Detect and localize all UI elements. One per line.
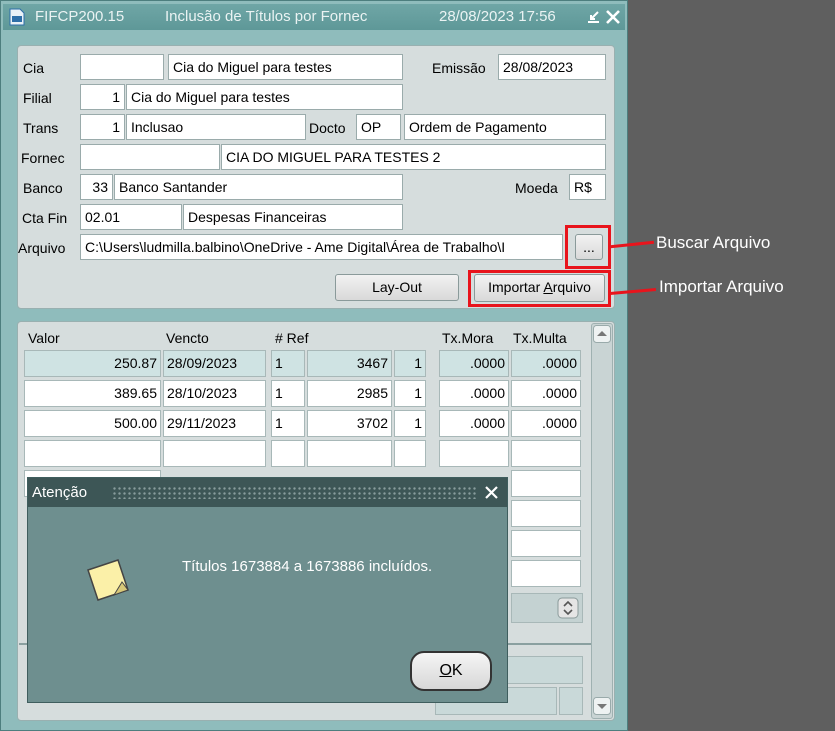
minimize-icon[interactable] (585, 9, 601, 25)
trans-code-field[interactable]: 1 (80, 114, 125, 140)
spinner-icon[interactable] (557, 597, 579, 619)
grid-cell-empty[interactable] (511, 530, 581, 557)
close-icon[interactable] (605, 9, 621, 25)
grid-cell-empty[interactable] (511, 440, 581, 467)
grid-cell-txmulta[interactable]: .0000 (511, 410, 581, 437)
title-pattern (112, 486, 476, 499)
emissao-field[interactable]: 28/08/2023 (498, 54, 606, 80)
grid-cell-ref[interactable]: 1 (271, 410, 305, 437)
dialog-title: Atenção (32, 484, 88, 501)
grid-cell-txmora[interactable]: .0000 (439, 410, 509, 437)
trans-label: Trans (23, 120, 59, 136)
arquivo-path-field[interactable]: C:\Users\ludmilla.balbino\OneDrive - Ame… (80, 234, 563, 260)
col-valor-header: Valor (28, 330, 60, 346)
scroll-down-icon[interactable] (593, 697, 611, 715)
col-ref-header: # Ref (275, 330, 309, 346)
grid-cell-txmora[interactable]: .0000 (439, 380, 509, 407)
banco-code-field[interactable]: 33 (80, 174, 113, 200)
col-txmora-header: Tx.Mora (442, 330, 494, 346)
col-txmulta-header: Tx.Multa (513, 330, 567, 346)
arquivo-label: Arquivo (18, 240, 66, 256)
dialog-message: Títulos 1673884 a 1673886 incluídos. (182, 558, 433, 575)
fornec-code-field[interactable] (80, 144, 220, 170)
alert-dialog: Atenção Títulos 1673884 a 1673886 incluí… (27, 477, 508, 703)
fornec-label: Fornec (21, 150, 65, 166)
dialog-close-icon[interactable] (484, 485, 499, 500)
banco-label: Banco (23, 180, 63, 196)
grid-cell-ref[interactable]: 3702 (307, 410, 392, 437)
grid-cell-ref[interactable]: 3467 (307, 350, 392, 377)
grid-cell-valor[interactable]: 389.65 (24, 380, 161, 407)
cia-code-field[interactable] (80, 54, 164, 80)
grid-cell-ref[interactable]: 1 (394, 350, 426, 377)
moeda-label: Moeda (515, 180, 558, 196)
grid-cell-empty[interactable] (163, 440, 266, 467)
grid-cell-ref[interactable]: 1 (271, 380, 305, 407)
grid-cell-empty[interactable] (439, 440, 509, 467)
grid-cell-txmulta[interactable]: .0000 (511, 380, 581, 407)
docto-name-field[interactable]: Ordem de Pagamento (404, 114, 606, 140)
grid-cell-vencto[interactable]: 29/11/2023 (163, 410, 266, 437)
import-file-button[interactable]: Importar Arquivo (474, 274, 605, 302)
grid-cell-empty[interactable] (511, 500, 581, 527)
ctafin-label: Cta Fin (22, 210, 68, 226)
grid-cell-empty[interactable] (394, 440, 426, 467)
form-icon (9, 8, 25, 26)
layout-button[interactable]: Lay-Out (335, 274, 459, 301)
window-datetime: 28/08/2023 17:56 (439, 8, 556, 25)
grid-cell-empty[interactable] (511, 560, 581, 587)
grid-cell-ref[interactable]: 1 (394, 380, 426, 407)
col-vencto-header: Vencto (166, 330, 209, 346)
vertical-scrollbar[interactable] (591, 323, 613, 719)
grid-cell-empty[interactable] (511, 470, 581, 497)
dialog-title-bar[interactable]: Atenção (28, 478, 507, 507)
grid-cell-empty[interactable] (307, 440, 392, 467)
grid-cell-vencto[interactable]: 28/09/2023 (163, 350, 266, 377)
cia-label: Cia (23, 60, 45, 76)
title-bar[interactable]: FIFCP200.15 Inclusão de Títulos por Forn… (3, 4, 625, 30)
grid-cell-txmora[interactable]: .0000 (439, 350, 509, 377)
grid-cell-valor[interactable]: 250.87 (24, 350, 161, 377)
grid-cell-vencto[interactable]: 28/10/2023 (163, 380, 266, 407)
banco-name-field[interactable]: Banco Santander (114, 174, 403, 200)
trans-name-field[interactable]: Inclusao (126, 114, 306, 140)
note-icon (87, 559, 129, 601)
grid-cell-empty[interactable] (271, 440, 305, 467)
cia-name-field[interactable]: Cia do Miguel para testes (168, 54, 403, 80)
grid-cell-ref[interactable]: 2985 (307, 380, 392, 407)
annotation-importar: Importar Arquivo (659, 277, 784, 296)
filial-code-field[interactable]: 1 (80, 84, 125, 110)
filial-label: Filial (23, 90, 52, 106)
emissao-label: Emissão (432, 60, 486, 76)
grid-cell-empty[interactable] (24, 440, 161, 467)
ok-button[interactable]: OK (410, 651, 492, 691)
form-code: FIFCP200.15 (35, 8, 125, 25)
annotation-buscar: Buscar Arquivo (656, 233, 771, 252)
footer-field[interactable] (559, 687, 583, 715)
docto-code-field[interactable]: OP (356, 114, 401, 140)
grid-cell-txmulta[interactable]: .0000 (511, 350, 581, 377)
footer-field[interactable] (501, 656, 583, 684)
grid-cell-ref[interactable]: 1 (394, 410, 426, 437)
scroll-up-icon[interactable] (593, 325, 611, 343)
ctafin-code-field[interactable]: 02.01 (80, 204, 182, 230)
moeda-field[interactable]: R$ (569, 174, 606, 200)
grid-cell-valor[interactable]: 500.00 (24, 410, 161, 437)
grid-cell-ref[interactable]: 1 (271, 350, 305, 377)
fornec-name-field[interactable]: CIA DO MIGUEL PARA TESTES 2 (221, 144, 606, 170)
ctafin-name-field[interactable]: Despesas Financeiras (183, 204, 403, 230)
window-title: Inclusão de Títulos por Fornec (165, 8, 368, 25)
docto-label: Docto (309, 120, 346, 136)
browse-file-button[interactable]: ... (575, 234, 603, 260)
filial-name-field[interactable]: Cia do Miguel para testes (126, 84, 403, 110)
